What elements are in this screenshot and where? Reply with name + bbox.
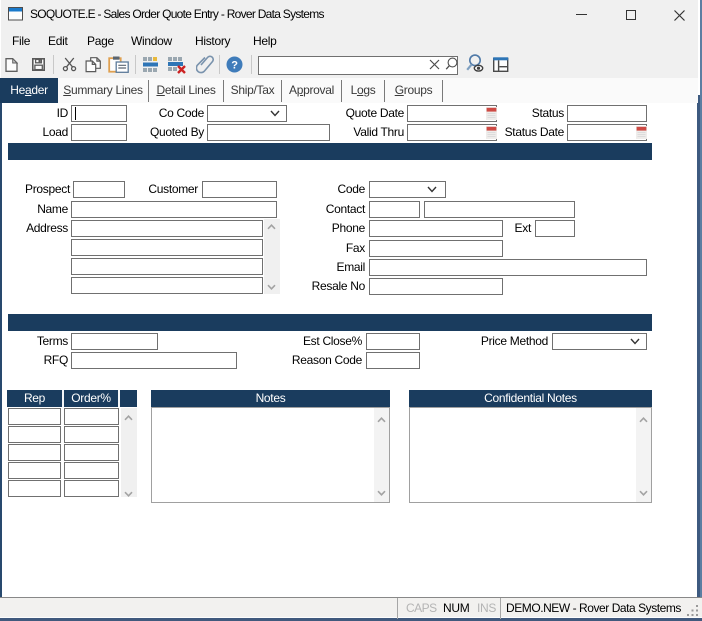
svg-text:?: ?	[231, 60, 238, 72]
